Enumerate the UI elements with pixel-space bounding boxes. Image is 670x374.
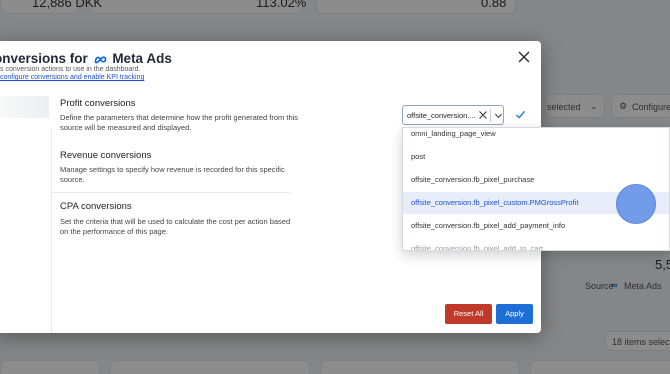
reset-all-button[interactable]: Reset All [445, 304, 492, 324]
check-icon[interactable] [515, 109, 526, 120]
modal-title: onversions for Meta Ads [0, 51, 172, 66]
sidebar-placeholder [0, 96, 49, 118]
profit-conversion-select[interactable]: offsite_conversion.... [402, 105, 504, 125]
select-separator [490, 109, 491, 122]
modal-subtitle: s conversion actions to use in the dashb… [0, 66, 141, 73]
modal-title-prefix: onversions for [0, 51, 88, 66]
clear-icon[interactable] [478, 110, 488, 120]
select-value: offsite_conversion.... [407, 111, 476, 120]
profit-conversions-description: Define the parameters that determine how… [60, 113, 299, 132]
profit-conversions-title: Profit conversions [60, 98, 136, 109]
configure-conversions-link[interactable]: configure conversions and enable KPI tra… [0, 74, 144, 81]
apply-button[interactable]: Apply [496, 304, 533, 324]
modal-title-suffix: Meta Ads [112, 51, 172, 66]
divider [51, 192, 290, 193]
option-item[interactable]: omni_landing_page_view [403, 128, 669, 145]
divider [51, 129, 52, 333]
option-item[interactable]: offsite_conversion.fb_pixel_add_to_cart [403, 238, 669, 250]
close-icon[interactable] [517, 50, 531, 64]
option-item[interactable]: post [403, 146, 669, 168]
revenue-conversions-title: Revenue conversions [60, 150, 152, 161]
chevron-down-icon[interactable] [494, 111, 503, 120]
revenue-conversions-description: Manage settings to specify how revenue i… [60, 165, 285, 184]
meta-logo-icon [94, 56, 106, 64]
cpa-conversions-title: CPA conversions [60, 201, 132, 212]
pointer-indicator [616, 184, 656, 224]
cpa-conversions-description: Set the criteria that will be used to ca… [60, 217, 291, 236]
